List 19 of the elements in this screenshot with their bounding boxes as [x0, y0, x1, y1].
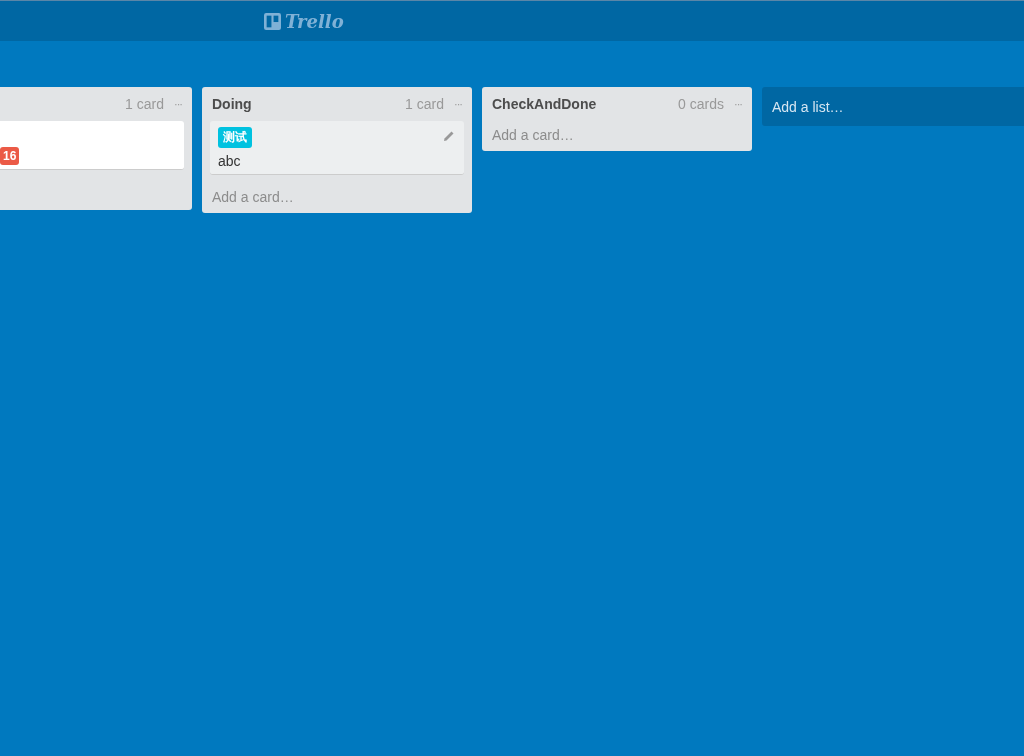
- add-card-link[interactable]: Add a card…: [482, 121, 752, 151]
- card[interactable]: 测试 abc: [210, 121, 464, 175]
- board-icon: [264, 12, 281, 30]
- card-title: abc: [218, 152, 242, 170]
- add-card-link[interactable]: Add a card…: [202, 183, 472, 213]
- trello-logo[interactable]: Trello: [264, 10, 344, 32]
- card-count: 1 card: [405, 96, 444, 112]
- card-label: 测试: [218, 127, 252, 148]
- pencil-icon[interactable]: [443, 130, 455, 142]
- due-badge: 16: [0, 147, 20, 165]
- list-title: Doing: [212, 96, 253, 112]
- list-menu[interactable]: ···: [174, 98, 182, 110]
- card[interactable]: 16: [0, 121, 184, 170]
- list-menu[interactable]: ···: [454, 98, 462, 110]
- list-title: CheckAndDone: [492, 96, 598, 112]
- add-list-button[interactable]: Add a list…: [762, 87, 1024, 126]
- card-count: 0 cards: [678, 96, 724, 112]
- card-count: 1 card: [125, 96, 164, 112]
- list-menu[interactable]: ···: [734, 98, 742, 110]
